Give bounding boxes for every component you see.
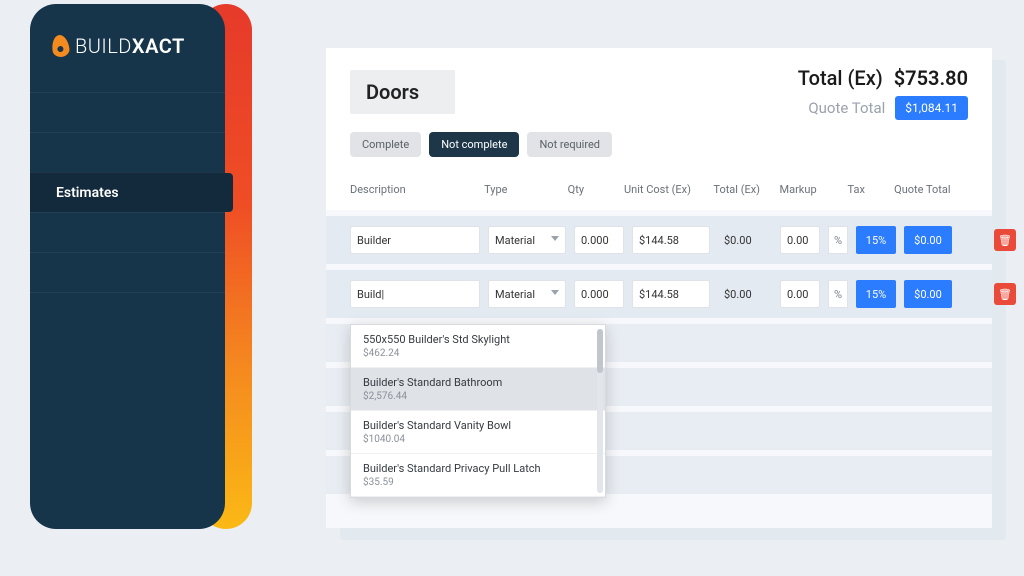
trash-icon: 🗑 — [998, 234, 1012, 247]
delete-row-button[interactable]: 🗑 — [994, 229, 1016, 251]
flame-icon — [51, 34, 71, 58]
tax-button[interactable]: 15% — [856, 226, 896, 254]
tax-button[interactable]: 15% — [856, 280, 896, 308]
option-title: Builder's Standard Vanity Bowl — [363, 419, 593, 432]
option-title: Builder's Standard Bathroom — [363, 376, 593, 389]
col-quote-total: Quote Total — [894, 183, 968, 196]
total-ex: Total (Ex) $753.80 — [798, 66, 968, 90]
markup-percent[interactable]: % — [828, 280, 848, 308]
sidebar-item-estimates[interactable]: Estimates — [30, 172, 225, 212]
markup-input[interactable]: 0.00 — [780, 280, 820, 308]
chevron-down-icon — [551, 236, 559, 241]
total-ex-value: $753.80 — [894, 66, 968, 90]
brand-part2: XACT — [132, 34, 185, 58]
col-markup: Markup — [779, 183, 847, 196]
chevron-down-icon — [551, 290, 559, 295]
unit-cost-input[interactable]: $144.58 — [632, 226, 710, 254]
autocomplete-option[interactable]: Builder's Standard Bathroom $2,576.44 — [351, 368, 605, 411]
sidebar: BUILDXACT Estimates — [30, 4, 225, 529]
option-price: $35.59 — [363, 477, 593, 488]
unit-cost-input[interactable]: $144.58 — [632, 280, 710, 308]
quote-total-badge: $1,084.11 — [895, 96, 968, 120]
col-qty: Qty — [568, 183, 624, 196]
sidebar-nav: Estimates — [30, 92, 225, 332]
sidebar-item-blank-3[interactable] — [30, 212, 225, 252]
row-quote-total: $0.00 — [904, 280, 952, 308]
brand-part1: BUILD — [75, 34, 132, 58]
row-total-ex: $0.00 — [718, 280, 772, 308]
markup-percent[interactable]: % — [828, 226, 848, 254]
category-name[interactable]: Doors — [350, 70, 455, 114]
autocomplete-option[interactable]: Builder's Standard Privacy Pull Latch $3… — [351, 454, 605, 497]
panel-header: Doors Total (Ex) $753.80 Quote Total $1,… — [326, 48, 992, 169]
option-title: Builder's Standard Privacy Pull Latch — [363, 462, 593, 475]
col-tax: Tax — [848, 183, 895, 196]
sidebar-item-blank-5[interactable] — [30, 292, 225, 332]
table-row: Builder Material 0.000 $144.58 $0.00 0.0… — [326, 216, 992, 264]
option-price: $2,576.44 — [363, 391, 593, 402]
autocomplete-dropdown: 550x550 Builder's Std Skylight $462.24 B… — [350, 324, 606, 498]
type-select[interactable]: Material — [488, 226, 566, 254]
autocomplete-option[interactable]: Builder's Standard Vanity Bowl $1040.04 — [351, 411, 605, 454]
status-not-required-button[interactable]: Not required — [527, 132, 612, 157]
quote-total-label: Quote Total — [808, 99, 885, 117]
row-quote-total: $0.00 — [904, 226, 952, 254]
trash-icon: 🗑 — [998, 288, 1012, 301]
status-complete-button[interactable]: Complete — [350, 132, 421, 157]
total-ex-label: Total (Ex) — [798, 66, 883, 90]
brand-logo: BUILDXACT — [30, 4, 225, 82]
table-row: Build| Material 0.000 $144.58 $0.00 0.00… — [326, 270, 992, 318]
col-description: Description — [350, 183, 484, 196]
sidebar-item-blank-2[interactable] — [30, 132, 225, 172]
table-header: Description Type Qty Unit Cost (Ex) Tota… — [326, 169, 992, 210]
status-not-complete-button[interactable]: Not complete — [429, 132, 519, 157]
qty-input[interactable]: 0.000 — [574, 226, 624, 254]
description-input[interactable]: Build| — [350, 280, 480, 308]
delete-row-button[interactable]: 🗑 — [994, 283, 1016, 305]
autocomplete-option[interactable]: 550x550 Builder's Std Skylight $462.24 — [351, 325, 605, 368]
col-total-ex: Total (Ex) — [713, 183, 779, 196]
description-input[interactable]: Builder — [350, 226, 480, 254]
option-price: $462.24 — [363, 348, 593, 359]
qty-input[interactable]: 0.000 — [574, 280, 624, 308]
row-total-ex: $0.00 — [718, 226, 772, 254]
totals: Total (Ex) $753.80 Quote Total $1,084.11 — [798, 66, 968, 120]
col-type: Type — [484, 183, 568, 196]
sidebar-item-blank-4[interactable] — [30, 252, 225, 292]
status-row: Complete Not complete Not required — [350, 132, 968, 157]
option-price: $1040.04 — [363, 434, 593, 445]
scrollbar-thumb[interactable] — [597, 329, 603, 373]
col-unit-cost: Unit Cost (Ex) — [624, 183, 713, 196]
markup-input[interactable]: 0.00 — [780, 226, 820, 254]
option-title: 550x550 Builder's Std Skylight — [363, 333, 593, 346]
sidebar-item-blank-1[interactable] — [30, 92, 225, 132]
type-select[interactable]: Material — [488, 280, 566, 308]
